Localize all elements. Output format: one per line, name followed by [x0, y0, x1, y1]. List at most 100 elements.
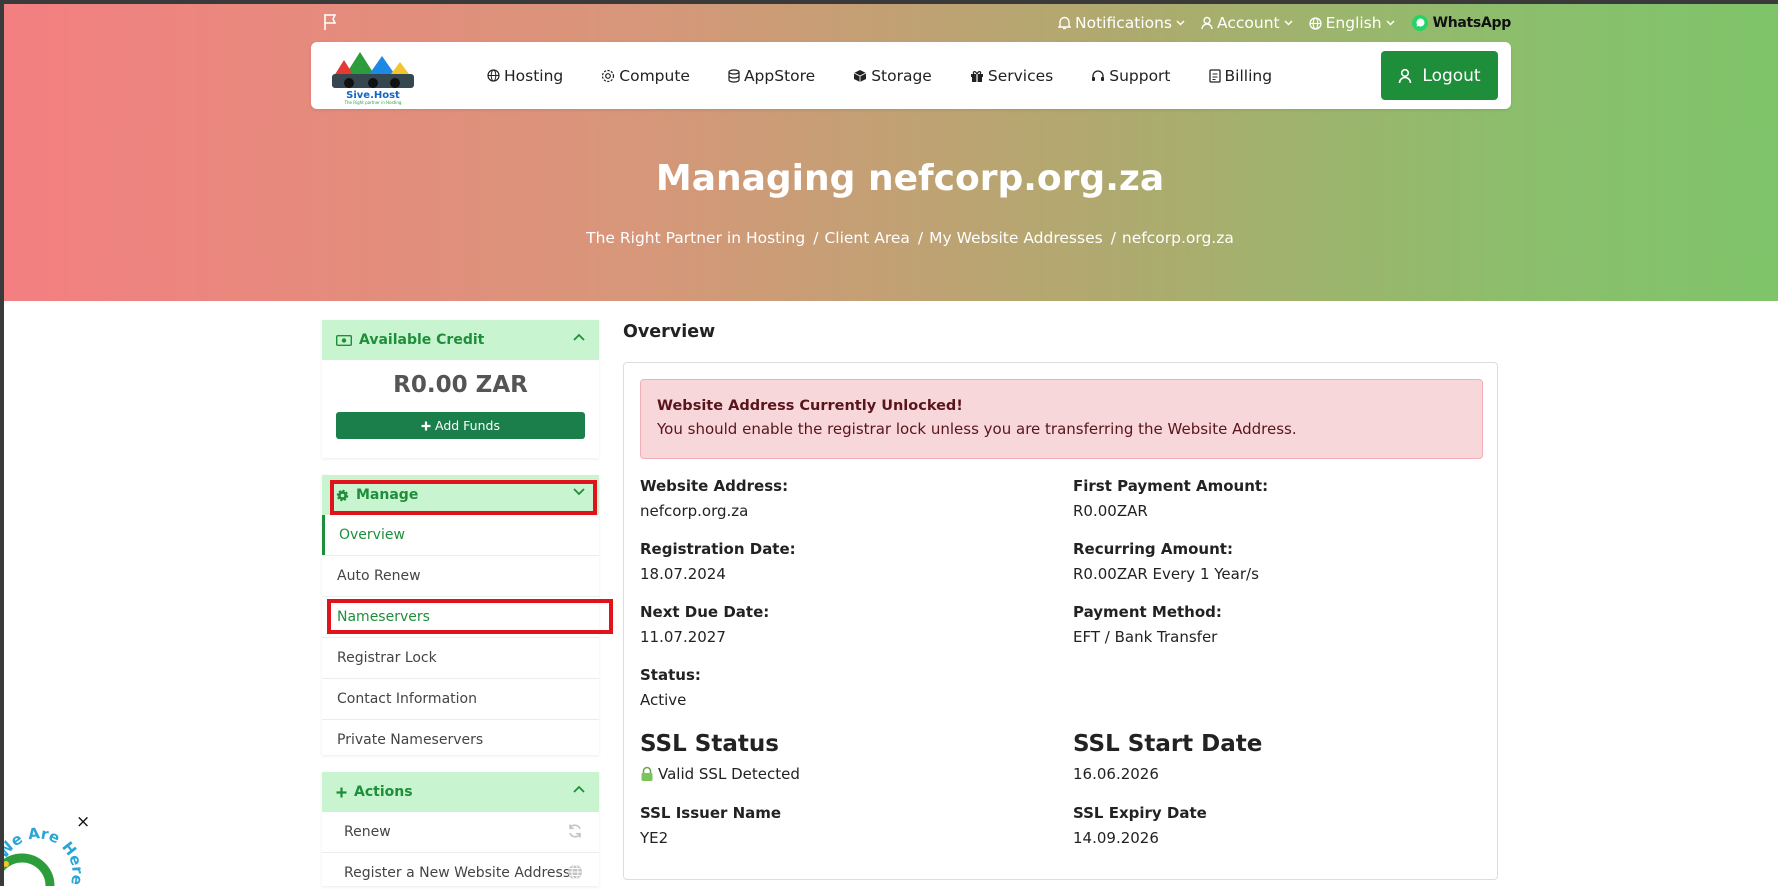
action-renew[interactable]: Renew	[322, 812, 599, 852]
nav-compute[interactable]: Compute	[601, 67, 690, 85]
field-next-due-date: Next Due Date: 11.07.2027	[640, 603, 770, 646]
field-ssl-issuer: SSL Issuer Name YE2	[640, 804, 782, 847]
credit-panel-header[interactable]: Available Credit	[322, 320, 599, 360]
field-payment-method: Payment Method: EFT / Bank Transfer	[1073, 603, 1222, 646]
alert-message: You should enable the registrar lock unl…	[657, 420, 1297, 438]
gear-icon	[336, 489, 349, 501]
plus-icon	[336, 787, 347, 797]
gift-icon	[970, 70, 983, 82]
whatsapp-label: WhatsApp	[1432, 15, 1512, 31]
database-icon	[728, 68, 740, 83]
nav-billing-label: Billing	[1224, 66, 1273, 85]
nav-appstore-label: AppStore	[743, 66, 816, 85]
money-icon	[336, 334, 352, 346]
field-ssl-expiry: SSL Expiry Date 14.09.2026	[1073, 804, 1207, 847]
add-funds-label: Add Funds	[435, 418, 500, 433]
page-title: Managing nefcorp.org.za	[655, 158, 1165, 199]
box-icon	[854, 69, 867, 82]
account-label: Account	[1217, 14, 1280, 32]
action-register-new[interactable]: Register a New Website Address	[322, 852, 599, 893]
manage-panel: Manage Overview Auto Renew Nameservers R…	[322, 475, 599, 755]
user-icon	[1399, 68, 1412, 83]
breadcrumb-client-area[interactable]: Client Area	[824, 229, 909, 247]
action-register-new-label: Register a New Website Address	[344, 865, 571, 881]
notifications-label: Notifications	[1075, 14, 1173, 32]
bell-icon	[1058, 16, 1071, 30]
sidebar-item-private-nameservers[interactable]: Private Nameservers	[322, 719, 599, 760]
nav-services-label: Services	[987, 66, 1054, 85]
nav-support-label: Support	[1109, 66, 1171, 85]
chat-widget-badge[interactable]: We Are Here	[0, 820, 90, 886]
language-label: English	[1325, 14, 1382, 32]
nav-compute-label: Compute	[619, 66, 690, 85]
ssl-status-title: SSL Status	[640, 731, 779, 757]
field-recurring-amount: Recurring Amount: R0.00ZAR Every 1 Year/…	[1073, 540, 1259, 583]
alert-title: Website Address Currently Unlocked!	[657, 398, 963, 414]
field-registration-date: Registration Date: 18.07.2024	[640, 540, 796, 583]
breadcrumb-current: nefcorp.org.za	[1121, 229, 1234, 247]
nav-hosting-label: Hosting	[504, 66, 564, 85]
language-menu[interactable]: English	[1308, 14, 1395, 32]
section-title: Overview	[623, 322, 716, 342]
add-funds-button[interactable]: Add Funds	[336, 412, 585, 439]
field-status: Status: Active	[640, 666, 701, 709]
action-renew-label: Renew	[344, 824, 391, 840]
nav-services[interactable]: Services	[970, 67, 1053, 85]
credit-panel: Available Credit R0.00 ZAR Add Funds	[322, 320, 599, 458]
chevron-down-icon	[1284, 20, 1293, 26]
user-icon	[1201, 16, 1213, 30]
logout-label: Logout	[1422, 65, 1481, 86]
chevron-down-icon	[1386, 20, 1395, 26]
nav-support[interactable]: Support	[1091, 66, 1171, 85]
globe-icon	[487, 69, 500, 82]
manage-panel-header[interactable]: Manage	[322, 475, 599, 515]
invoice-icon	[1208, 68, 1221, 83]
actions-panel-header[interactable]: Actions	[322, 772, 599, 812]
chevron-down-icon	[1176, 20, 1185, 26]
sive-host-logo[interactable]: Sive.Host The Right partner in Hosting	[326, 48, 420, 106]
refresh-icon	[569, 824, 581, 838]
whatsapp-link[interactable]: WhatsApp	[1411, 14, 1511, 32]
sidebar-item-nameservers[interactable]: Nameservers	[322, 596, 599, 637]
actions-title: Actions	[354, 784, 413, 800]
field-website-address: Website Address: nefcorp.org.za	[640, 477, 789, 520]
credit-title: Available Credit	[359, 332, 485, 348]
breadcrumb: The Right Partner in Hosting / Client Ar…	[586, 229, 1234, 247]
logout-button[interactable]: Logout	[1381, 51, 1498, 100]
globe-icon	[568, 864, 582, 880]
chevron-down-icon[interactable]	[573, 488, 585, 496]
padlock-icon	[641, 766, 653, 781]
gear-icon	[602, 69, 615, 82]
nav-appstore[interactable]: AppStore	[728, 67, 815, 85]
chevron-up-icon[interactable]	[573, 333, 585, 341]
sidebar-item-contact-information[interactable]: Contact Information	[322, 678, 599, 719]
breadcrumb-website-addresses[interactable]: My Website Addresses	[929, 229, 1103, 247]
headset-icon	[1092, 69, 1105, 81]
notifications-menu[interactable]: Notifications	[1058, 14, 1185, 32]
nav-storage[interactable]: Storage	[853, 67, 932, 85]
nav-billing[interactable]: Billing	[1208, 66, 1273, 85]
unlocked-alert: Website Address Currently Unlocked! You …	[640, 379, 1483, 459]
sidebar-item-auto-renew[interactable]: Auto Renew	[322, 555, 599, 596]
globe-icon	[1308, 16, 1322, 30]
nav-storage-label: Storage	[871, 66, 932, 85]
chevron-up-icon[interactable]	[573, 785, 585, 793]
account-menu[interactable]: Account	[1201, 14, 1293, 32]
ssl-start-value: 16.06.2026	[1073, 765, 1159, 783]
svg-text:The Right partner in Hosting: The Right partner in Hosting	[344, 100, 402, 105]
field-first-payment: First Payment Amount: R0.00ZAR	[1073, 477, 1269, 520]
nav-hosting[interactable]: Hosting	[487, 67, 563, 85]
breadcrumb-home[interactable]: The Right Partner in Hosting	[586, 229, 805, 247]
sidebar-item-registrar-lock[interactable]: Registrar Lock	[322, 637, 599, 678]
actions-panel: Actions Renew Register a New Website Add…	[322, 772, 599, 886]
top-utility-bar: Notifications Account English WhatsApp	[1058, 12, 1511, 34]
ssl-status-value: Valid SSL Detected	[640, 765, 800, 783]
main-navbar: Sive.Host The Right partner in Hosting H…	[311, 42, 1511, 109]
manage-title: Manage	[356, 487, 419, 503]
plus-icon	[421, 421, 431, 430]
overview-card: Website Address Currently Unlocked! You …	[623, 362, 1498, 880]
flag-icon[interactable]	[322, 13, 338, 31]
ssl-start-title: SSL Start Date	[1073, 731, 1263, 757]
credit-amount: R0.00 ZAR	[393, 372, 528, 398]
sidebar-item-overview[interactable]: Overview	[322, 515, 599, 555]
